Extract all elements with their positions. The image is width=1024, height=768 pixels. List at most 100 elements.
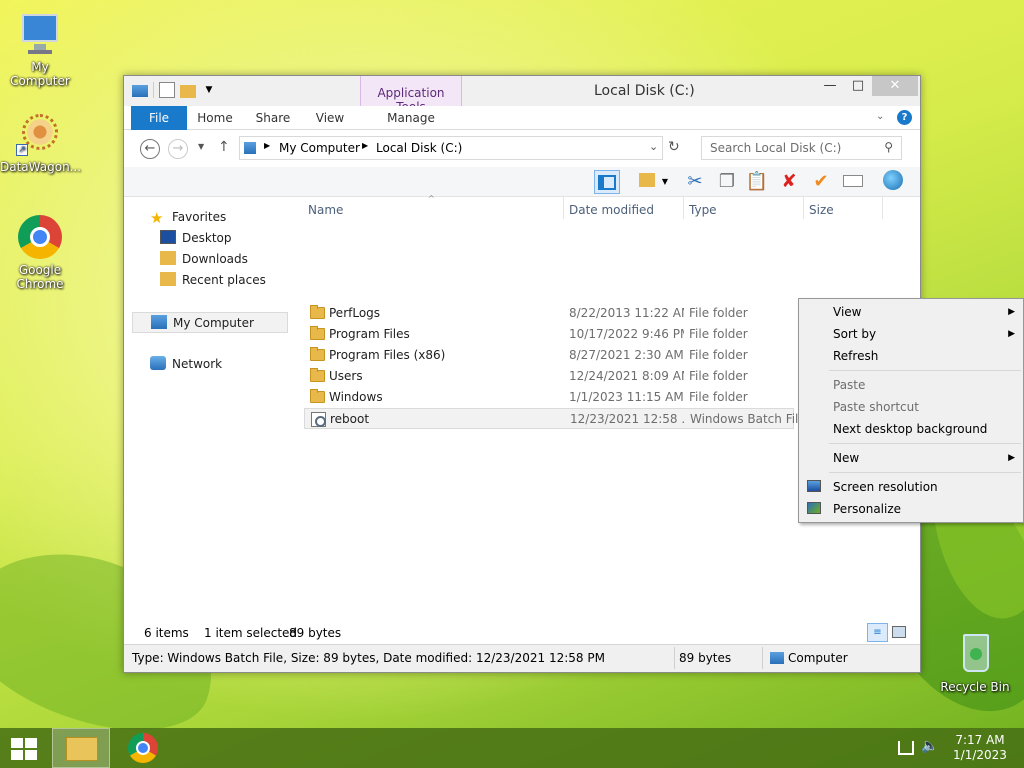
chevron-down-icon[interactable]: ▼ [658, 170, 672, 194]
menu-item-paste-shortcut[interactable]: Paste shortcut [801, 396, 1021, 418]
file-type: File folder [689, 348, 748, 362]
file-type: File folder [689, 327, 748, 341]
up-button[interactable]: ↑ [218, 139, 230, 155]
nav-label: Favorites [172, 210, 227, 224]
globe-icon[interactable] [880, 170, 906, 194]
menu-item-new[interactable]: New ▶ [801, 447, 1021, 469]
menu-label: Screen resolution [833, 480, 938, 494]
breadcrumb-my-computer[interactable]: My Computer [279, 141, 360, 155]
tab-manage[interactable]: Manage [362, 106, 460, 130]
menu-item-next-desktop-background[interactable]: Next desktop background [801, 418, 1021, 440]
refresh-icon[interactable]: ↻ [668, 139, 680, 155]
menu-label: Next desktop background [833, 422, 988, 436]
clock[interactable]: 7:17 AM 1/1/2023 [948, 733, 1012, 763]
close-button[interactable]: ✕ [872, 76, 918, 96]
tab-home[interactable]: Home [192, 106, 238, 130]
desktop-icon-my-computer[interactable]: My Computer [0, 10, 80, 88]
file-row-selected[interactable]: reboot 12/23/2021 12:58 ... Windows Batch … [304, 408, 800, 429]
menu-item-refresh[interactable]: Refresh [801, 345, 1021, 367]
nav-favorites[interactable]: ★ Favorites [150, 207, 226, 227]
file-name: Program Files [329, 327, 410, 341]
taskbar-chrome[interactable] [114, 728, 172, 768]
breadcrumb-local-disk[interactable]: Local Disk (C:) [376, 141, 462, 155]
desktop-icon-datawagon[interactable]: ↗ DataWagon... [0, 110, 81, 174]
desktop-context-menu: View ▶ Sort by ▶ Refresh Paste Paste short… [798, 298, 1024, 523]
file-row[interactable]: Windows 1/1/2023 11:15 AM File folder [304, 387, 794, 408]
nav-downloads[interactable]: Downloads [160, 249, 248, 269]
recent-locations-icon[interactable]: ▼ [198, 142, 204, 151]
network-icon [150, 356, 166, 370]
column-header-date[interactable]: Date modified [569, 203, 654, 217]
chrome-icon [16, 213, 64, 261]
item-status: 6 items 1 item selected 89 bytes ≡ [124, 622, 920, 644]
maximize-button[interactable]: □ [844, 76, 872, 96]
chevron-down-icon[interactable]: ⌄ [876, 111, 884, 122]
menu-item-personalize[interactable]: Personalize [801, 498, 1021, 520]
folder-options-icon[interactable] [634, 170, 660, 194]
start-button[interactable] [0, 728, 50, 768]
menu-item-screen-resolution[interactable]: Screen resolution [801, 476, 1021, 498]
search-input[interactable]: Search Local Disk (C:) ⚲ [701, 136, 902, 160]
nav-desktop[interactable]: Desktop [160, 228, 232, 248]
menu-separator [829, 370, 1021, 371]
desktop-icon-recycle-bin[interactable]: Recycle Bin [935, 630, 1015, 694]
chevron-right-icon: ▶ [1008, 329, 1015, 339]
paste-icon[interactable]: 📋 [744, 170, 770, 194]
network-tray-icon[interactable] [898, 741, 914, 755]
file-date: 8/27/2021 2:30 AM [569, 348, 684, 362]
help-icon[interactable]: ? [897, 110, 912, 125]
tab-share[interactable]: Share [250, 106, 296, 130]
monitor-icon [807, 480, 821, 492]
minimize-button[interactable]: — [816, 76, 844, 96]
computer-icon[interactable] [132, 85, 148, 97]
column-header-type[interactable]: Type [689, 203, 717, 217]
delete-icon[interactable]: ✘ [776, 170, 802, 194]
cut-icon[interactable]: ✂ [682, 170, 708, 194]
nav-my-computer[interactable]: My Computer [132, 312, 288, 333]
navigation-pane: ★ Favorites Desktop Downloads Recent plac… [124, 197, 294, 622]
computer-icon [244, 142, 256, 154]
file-row[interactable]: Users 12/24/2021 8:09 AM File folder [304, 366, 794, 387]
rename-icon[interactable] [840, 170, 866, 194]
nav-recent-places[interactable]: Recent places [160, 270, 266, 290]
file-row[interactable]: Program Files (x86) 8/27/2021 2:30 AM File… [304, 345, 794, 366]
column-header-size[interactable]: Size [809, 203, 834, 217]
new-folder-icon[interactable] [180, 84, 196, 98]
tab-view[interactable]: View [307, 106, 353, 130]
menu-item-view[interactable]: View ▶ [801, 301, 1021, 323]
desktop-icon-google-chrome[interactable]: Google Chrome [0, 213, 80, 291]
menu-label: Paste [833, 378, 866, 392]
back-button[interactable]: ← [140, 139, 160, 159]
desktop-icon [160, 230, 176, 244]
menu-label: View [833, 305, 862, 319]
details-view-button[interactable]: ≡ [867, 623, 888, 642]
large-icons-view-button[interactable] [892, 626, 906, 638]
nav-label: Recent places [182, 273, 266, 287]
check-icon[interactable]: ✔ [808, 170, 834, 194]
preview-pane-icon[interactable] [594, 170, 620, 194]
file-row[interactable]: PerfLogs 8/22/2013 11:22 AM File folder [304, 303, 794, 324]
chevron-down-icon[interactable]: ⌄ [649, 140, 658, 153]
file-row[interactable]: Program Files 10/17/2022 9:46 PM File fold… [304, 324, 794, 345]
computer-icon [770, 652, 784, 664]
menu-item-sort-by[interactable]: Sort by ▶ [801, 323, 1021, 345]
volume-icon[interactable]: 🔈 [921, 738, 938, 754]
menu-item-paste[interactable]: Paste [801, 374, 1021, 396]
title-bar[interactable]: ▼ Application Tools Local Disk (C:) — □ … [124, 76, 920, 130]
tab-file[interactable]: File [131, 106, 187, 130]
copy-icon[interactable]: ❐ [714, 170, 740, 194]
nav-network[interactable]: Network [150, 354, 222, 374]
file-date: 12/24/2021 8:09 AM [569, 369, 684, 383]
address-bar[interactable]: ▶ My Computer ▶ Local Disk (C:) ⌄ [239, 136, 663, 160]
menu-separator [829, 472, 1021, 473]
column-header-name[interactable]: Name [308, 203, 343, 217]
taskbar-file-explorer[interactable] [52, 728, 110, 768]
properties-icon[interactable] [159, 82, 175, 98]
computer-icon [16, 10, 64, 58]
forward-button[interactable]: → [168, 139, 188, 159]
sort-indicator-icon: ^ [428, 194, 435, 203]
selection-count: 1 item selected [204, 626, 298, 640]
file-date: 8/22/2013 11:22 AM [569, 306, 684, 320]
chrome-icon-center [136, 741, 150, 755]
chevron-down-icon[interactable]: ▼ [201, 82, 217, 98]
